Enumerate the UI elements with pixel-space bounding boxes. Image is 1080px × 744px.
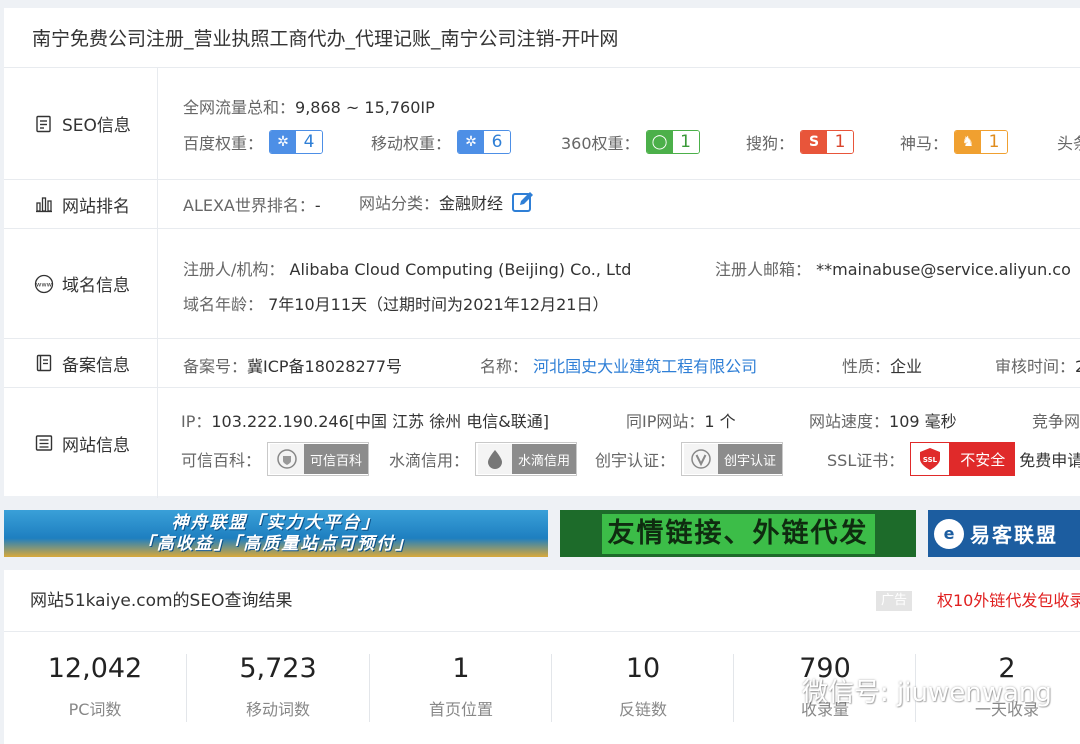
weight-360-badge: ◯ 1: [645, 130, 700, 154]
rank-label-text: 网站排名: [62, 196, 130, 217]
ip-line: IP：103.222.190.246[中国 江苏 徐州 电信&联通]: [181, 412, 550, 431]
registrant-line: 注册人/机构： Alibaba Cloud Computing (Beijing…: [183, 260, 632, 279]
rank-row: 网站排名 ALEXA世界排名：- 网站分类： 金融财经: [4, 180, 1080, 229]
chuangyu-item: 创宇认证： 创宇认证: [595, 442, 784, 476]
icp-label-text: 备案信息: [62, 355, 130, 376]
stat-backlinks[interactable]: 10 反链数: [552, 652, 734, 720]
icp-number-line: 备案号：冀ICP备18028277号: [183, 357, 402, 376]
shenma-horse-icon: ♞: [955, 131, 982, 153]
traffic-line: 全网流量总和：9,868 ~ 15,760IP: [183, 94, 435, 118]
ssl-item: SSL证书： SSL 不安全 免费申请: [827, 442, 1080, 476]
stat-pc-words[interactable]: 12,042 PC词数: [4, 652, 186, 720]
kexin-item: 可信百科： 可信百科: [181, 442, 370, 476]
icp-row: 备案信息 备案号：冀ICP备18028277号 名称： 河北国史大业建筑工程有限…: [4, 339, 1080, 388]
domain-age-value: 7年10月11天（过期时间为2021年12月21日）: [268, 295, 609, 314]
result-header: 网站51kaiye.com的SEO查询结果 广告 权10外链代发包收录: [4, 570, 1080, 632]
result-title: 网站51kaiye.com的SEO查询结果: [30, 591, 293, 611]
sogou-weight[interactable]: 搜狗： S1: [746, 130, 855, 154]
www-globe-icon: www: [34, 274, 54, 294]
ad-text-link[interactable]: 权10外链代发包收录: [937, 570, 1080, 632]
alexa-line: ALEXA世界排名：-: [183, 196, 321, 215]
shield-emblem-icon: [270, 444, 305, 474]
icp-name-line: 名称： 河北国史大业建筑工程有限公司: [480, 357, 758, 376]
ad-tag: 广告: [876, 591, 913, 611]
site-info-card: 南宁免费公司注册_营业执照工商代办_代理记账_南宁公司注销-开叶网 SEO信息 …: [4, 8, 1080, 498]
shenzhou-banner-ad[interactable]: 神舟联盟「实力大平台」 「高收益」「高质量站点可预付」: [4, 510, 548, 557]
email-value: **mainabuse@service.aliyun.co: [816, 260, 1071, 279]
icp-review-line: 审核时间：2: [995, 357, 1080, 376]
baidu-weight[interactable]: 百度权重： ✲ 4: [183, 130, 324, 154]
site-title: 南宁免费公司注册_营业执照工商代办_代理记账_南宁公司注销-开叶网: [4, 8, 1080, 68]
site-label: 网站信息: [4, 388, 158, 498]
category-line: 网站分类： 金融财经: [359, 190, 535, 214]
bar-chart-icon: [34, 194, 54, 214]
360-ring-icon: ◯: [646, 131, 673, 153]
baidu-paw-icon: ✲: [458, 131, 485, 153]
sogou-s-icon: S: [801, 131, 828, 153]
traffic-key: 全网流量总和：: [183, 98, 296, 117]
alexa-value: -: [314, 196, 321, 215]
shuidi-item: 水滴信用： 水滴信用: [389, 442, 578, 476]
seo-label-text: SEO信息: [62, 116, 131, 136]
site-label-text: 网站信息: [62, 435, 130, 456]
domain-row: www 域名信息 注册人/机构： Alibaba Cloud Computing…: [4, 229, 1080, 339]
ssl-shield-icon: SSL: [910, 442, 951, 476]
mobile-weight[interactable]: 移动权重： ✲ 6: [371, 130, 512, 154]
friend-link-banner-ad[interactable]: 友情链接、外链代发: [560, 510, 916, 557]
yike-banner-ad[interactable]: e 易客联盟: [928, 510, 1080, 557]
seo-label: SEO信息: [4, 68, 158, 179]
toutiao-weight[interactable]: 头条: [1057, 130, 1080, 154]
sogou-weight-badge: S1: [800, 130, 855, 154]
wechat-icon: [757, 676, 794, 704]
domain-label: www 域名信息: [4, 229, 158, 338]
seo-result-card: 网站51kaiye.com的SEO查询结果 广告 权10外链代发包收录 12,0…: [4, 570, 1080, 744]
wechat-watermark: 微信号: jiuwenwang: [756, 672, 1052, 709]
chuangyu-badge[interactable]: 创宇认证: [681, 442, 784, 476]
ssl-free-apply-link[interactable]: 免费申请: [1019, 447, 1080, 471]
ip-value: 103.222.190.246[中国 江苏 徐州 电信&联通]: [211, 412, 550, 431]
water-drop-icon: [478, 444, 513, 474]
shenma-weight[interactable]: 神马： ♞ 1: [900, 130, 1009, 154]
rank-label: 网站排名: [4, 180, 158, 228]
shenma-weight-badge: ♞ 1: [954, 130, 1009, 154]
site-row: 网站信息 IP：103.222.190.246[中国 江苏 徐州 电信&联通] …: [4, 388, 1080, 498]
traffic-value: 9,868 ~ 15,760IP: [295, 98, 435, 117]
baidu-weight-badge: ✲ 4: [269, 130, 324, 154]
ssl-insecure-badge[interactable]: SSL 不安全: [910, 442, 1016, 476]
baidu-paw-icon: ✲: [270, 131, 297, 153]
kexin-badge[interactable]: 可信百科: [267, 442, 370, 476]
info-table: SEO信息 全网流量总和：9,868 ~ 15,760IP 百度权重： ✲ 4 移…: [4, 68, 1080, 498]
icp-nature-line: 性质：企业: [842, 357, 923, 376]
ssl-icon-text: SSL: [923, 456, 938, 464]
mobile-weight-badge: ✲ 6: [457, 130, 512, 154]
stat-mobile-words[interactable]: 5,723 移动词数: [187, 652, 369, 720]
domain-age-line: 域名年龄： 7年10月11天（过期时间为2021年12月21日）: [183, 295, 609, 314]
registrant-value: Alibaba Cloud Computing (Beijing) Co., L…: [289, 260, 632, 279]
site-list-icon: [34, 433, 54, 453]
weight-360[interactable]: 360权重： ◯ 1: [561, 130, 700, 154]
shuidi-badge[interactable]: 水滴信用: [475, 442, 578, 476]
domain-label-text: 域名信息: [62, 276, 130, 296]
seo-row: SEO信息 全网流量总和：9,868 ~ 15,760IP 百度权重： ✲ 4 移…: [4, 68, 1080, 180]
record-book-icon: [34, 353, 54, 373]
icp-label: 备案信息: [4, 339, 158, 387]
svg-text:www: www: [36, 280, 53, 288]
verified-v-icon: [684, 444, 719, 474]
email-line: 注册人邮箱： **mainabuse@service.aliyun.co: [715, 260, 1071, 279]
stat-home-position[interactable]: 1 首页位置: [370, 652, 552, 720]
yike-logo-icon: e: [934, 518, 964, 549]
category-value: 金融财经: [439, 194, 504, 213]
seo-doc-icon: [34, 114, 54, 134]
icp-company-link[interactable]: 河北国史大业建筑工程有限公司: [533, 357, 757, 376]
same-ip-line: 同IP网站：1 个: [626, 412, 736, 431]
icp-number-value: 冀ICP备18028277号: [247, 357, 402, 376]
speed-line: 网站速度：109 毫秒: [809, 412, 957, 431]
compete-line: 竞争网: [1032, 412, 1080, 431]
edit-icon[interactable]: [511, 190, 535, 214]
